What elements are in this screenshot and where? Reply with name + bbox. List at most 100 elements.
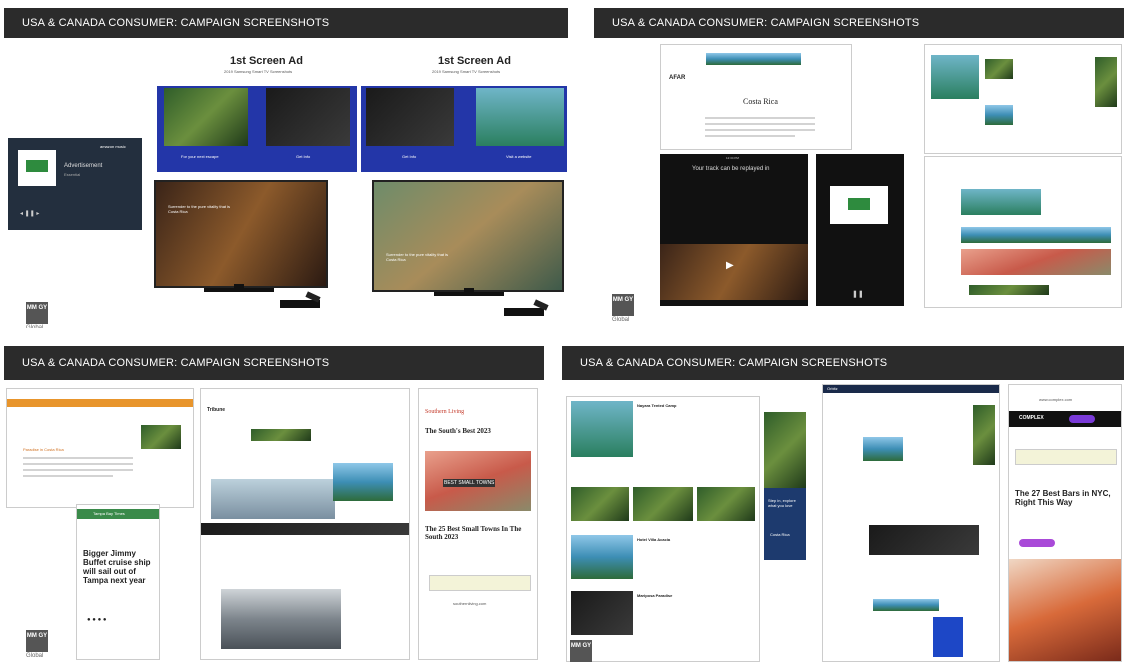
listing-3-photo	[571, 591, 633, 635]
amazon-label: amazon music	[100, 144, 126, 149]
ad-label: Advertisement	[64, 163, 103, 169]
mmgy-logo: MM GY	[26, 630, 48, 652]
complex-photo	[1009, 559, 1121, 661]
afar-top-banner	[706, 53, 801, 65]
slide-header: USA & CANADA CONSUMER: CAMPAIGN SCREENSH…	[562, 346, 1124, 380]
article-page-middle: Tribune	[200, 388, 410, 660]
mmgy-logo: MM GY	[570, 640, 592, 662]
search-banner-ad	[969, 285, 1049, 295]
search-results-page-2	[924, 156, 1122, 308]
phone-southern-living: Southern Living The South's Best 2023 BE…	[418, 388, 538, 660]
tv-base-right	[464, 288, 474, 294]
amazon-player-card: amazon music Advertisement Essential ◂ ❚…	[8, 138, 142, 230]
middle-site-logo: Tribune	[207, 407, 226, 413]
listing-strip-2	[633, 487, 693, 521]
essential-ad-tile	[830, 186, 888, 224]
ad-subtitle-right: 2019 Samsung Smart TV Screenshots	[432, 69, 501, 74]
listing-3-title: Mariposa Paradise	[637, 593, 673, 598]
afar-article: AFAR Costa Rica	[660, 44, 852, 150]
video-status-time: 12:34 PM	[726, 156, 739, 160]
booking-hotel-thumb	[863, 437, 903, 461]
tv-screen-right: Surrender to the pure vitality that is C…	[372, 180, 564, 292]
search-row-2	[961, 249, 1111, 275]
complex-purple-button[interactable]	[1019, 539, 1055, 547]
tv-overlay-left: Surrender to the pure vitality that is C…	[168, 204, 231, 214]
side-ad-text: Step in, explore what you love	[768, 498, 796, 508]
booking-modal	[869, 525, 979, 555]
orange-nav-bar	[7, 399, 193, 407]
article-heading: Paradise in Costa Rica	[23, 447, 64, 452]
phone-pause-icon[interactable]: ❚❚	[852, 290, 864, 298]
video-frame	[660, 244, 808, 300]
slide-header-title: USA & CANADA CONSUMER: CAMPAIGN SCREENSH…	[22, 357, 330, 369]
complex-brand: COMPLEX	[1019, 415, 1044, 421]
article-page-left: Paradise in Costa Rica	[6, 388, 194, 508]
afar-article-title: Costa Rica	[743, 97, 778, 106]
middle-nav	[201, 523, 409, 535]
listing-2-photo	[571, 535, 633, 579]
ad-title-left: 1st Screen Ad	[230, 55, 303, 67]
sl-url: southernliving.com	[453, 601, 487, 606]
complex-url: www.complex.com	[1039, 397, 1073, 402]
mmgy-logo-sub: Global	[26, 653, 44, 659]
booking-promo	[933, 617, 963, 657]
phone-site-name: Tampa Bay Times	[93, 511, 125, 516]
ad-brand: Essential	[64, 172, 81, 177]
complex-headline: The 27 Best Bars in NYC, Right This Way	[1015, 489, 1111, 507]
search-thumb-2	[985, 105, 1013, 125]
slide-booking-ads: USA & CANADA CONSUMER: CAMPAIGN SCREENSH…	[562, 346, 1124, 662]
ad-caption-2: Get Info	[296, 154, 311, 159]
search-results-page	[924, 44, 1122, 154]
phone-video-player: ❚❚	[816, 154, 904, 306]
booking-banner	[873, 599, 939, 611]
mmgy-logo: MM GY	[612, 294, 634, 316]
search-thumb-1	[985, 59, 1013, 79]
middle-hero	[211, 479, 335, 519]
listing-strip-3	[697, 487, 755, 521]
tv-screen-left: Surrender to the pure vitality that is C…	[154, 180, 328, 288]
slide-tv-ads: USA & CANADA CONSUMER: CAMPAIGN SCREENSH…	[4, 8, 568, 328]
slide-header-title: USA & CANADA CONSUMER: CAMPAIGN SCREENSH…	[580, 357, 888, 369]
streaming-device-2	[504, 308, 544, 316]
slide-afar-costa-rica: USA & CANADA CONSUMER: CAMPAIGN SCREENSH…	[594, 8, 1124, 328]
search-hero-image	[961, 189, 1041, 215]
sl-banner-ad	[429, 575, 531, 591]
sl-logo: Southern Living	[425, 409, 465, 415]
complex-banner-ad	[1015, 449, 1117, 465]
phone-complex: www.complex.com COMPLEX The 27 Best Bars…	[1008, 384, 1122, 662]
tv-base-left	[234, 284, 244, 290]
booking-side-ad	[973, 405, 995, 465]
booking-site-page: Orbitz	[822, 384, 1000, 662]
carousel-dots: ● ● ● ●	[87, 617, 107, 623]
middle-leaderboard	[251, 429, 311, 441]
player-controls-icon[interactable]: ◂ ❚❚ ▸	[20, 210, 39, 217]
ad-thumb-dark	[266, 88, 350, 146]
search-ad-tall	[1095, 57, 1117, 107]
sl-headline-2: The 25 Best Small Towns In The South 202…	[425, 525, 522, 541]
listing-strip-1	[571, 487, 629, 521]
mmgy-logo: MM GY	[26, 302, 48, 324]
ad-thumb-dark-2	[366, 88, 454, 146]
video-text: Your track can be replayed in	[692, 166, 770, 172]
ad-subtitle-left: 2019 Samsung Smart TV Screenshots	[224, 69, 293, 74]
ad-thumb-yoga	[164, 88, 248, 146]
slide-header-title: USA & CANADA CONSUMER: CAMPAIGN SCREENSH…	[22, 17, 330, 29]
sl-town-sign: BEST SMALL TOWNS	[443, 479, 496, 487]
hotel-listings: Nayara Tented Camp Hotel Villa Acacia Ma…	[566, 396, 760, 662]
mmgy-logo-sub: Global	[612, 317, 630, 323]
listing-1-photo	[571, 401, 633, 457]
ad-thumb-volcano	[476, 88, 564, 146]
complex-subscribe[interactable]	[1069, 415, 1095, 423]
sl-headline-1: The South's Best 2023	[425, 427, 491, 435]
ad-caption-3: Get Info	[402, 154, 417, 159]
play-icon[interactable]: ▶	[726, 260, 734, 271]
tv-overlay-right: Surrender to the pure vitality that is C…	[386, 252, 449, 262]
middle-photo	[221, 589, 341, 649]
tablet-video-player: 12:34 PM Your track can be replayed in ▶	[660, 154, 808, 306]
side-ad-brand: Costa Rica	[770, 532, 790, 537]
ad-caption-1: For your next escape	[181, 154, 219, 159]
slide-header: USA & CANADA CONSUMER: CAMPAIGN SCREENSH…	[594, 8, 1124, 38]
afar-site-logo: AFAR	[669, 75, 686, 81]
ad-title-right: 1st Screen Ad	[438, 55, 511, 67]
listing-2-title: Hotel Villa Acacia	[637, 537, 671, 542]
